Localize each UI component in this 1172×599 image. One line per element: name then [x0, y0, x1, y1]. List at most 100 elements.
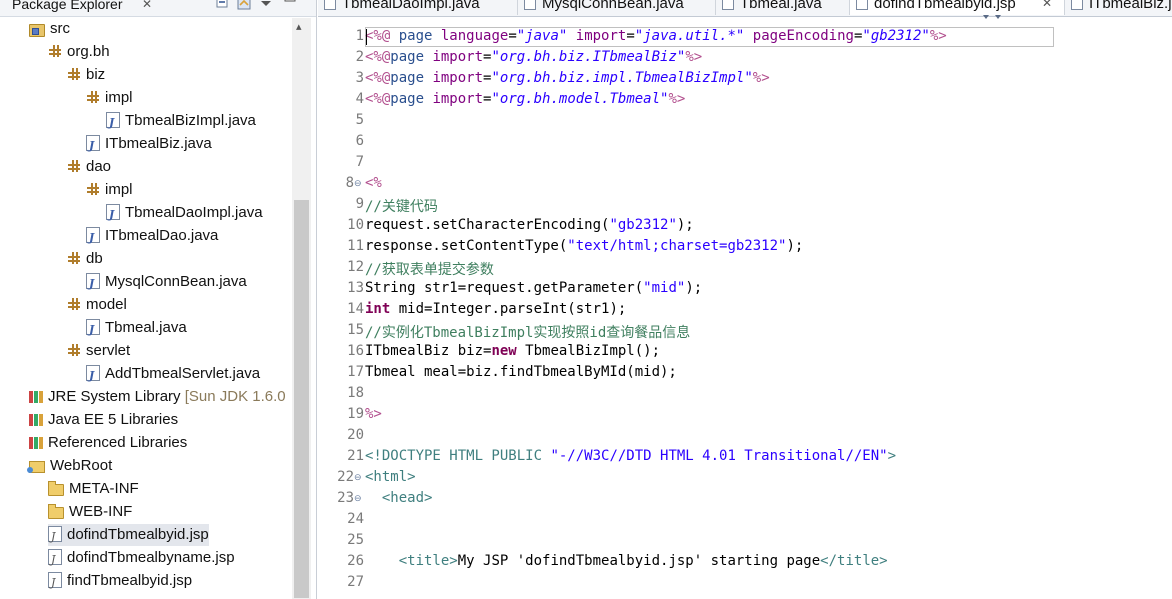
- editor-tab-label: dofindTbmealbyid.jsp: [874, 0, 1016, 12]
- java-file-icon: [86, 135, 100, 157]
- tree-item[interactable]: WebRoot: [27, 455, 113, 477]
- code-line[interactable]: <%@page import="org.bh.biz.ITbmealBiz"%>: [365, 49, 702, 65]
- tree-item-label: dofindTbmealbyname.jsp: [67, 549, 235, 567]
- tree-item[interactable]: WEB-INF: [48, 501, 132, 523]
- code-line[interactable]: //实例化TbmealBizImpl实现按照id查询餐品信息: [365, 322, 690, 342]
- tree-item[interactable]: db: [67, 248, 103, 270]
- tree-item[interactable]: model: [67, 294, 127, 316]
- code-line[interactable]: <!DOCTYPE HTML PUBLIC "-//W3C//DTD HTML …: [365, 448, 896, 464]
- minimize-icon[interactable]: [283, 0, 297, 10]
- code-line[interactable]: int mid=Integer.parseInt(str1);: [365, 301, 626, 317]
- tree-item[interactable]: Referenced Libraries: [29, 432, 187, 454]
- code-line[interactable]: <%@page import="org.bh.model.Tbmeal"%>: [365, 91, 685, 107]
- tree-item[interactable]: TbmealDaoImpl.java: [106, 202, 263, 226]
- tree-item[interactable]: biz: [67, 64, 105, 86]
- code-line[interactable]: %>: [365, 406, 382, 422]
- fold-toggle-icon[interactable]: ⊖: [354, 472, 362, 483]
- code-line[interactable]: ITbmealBiz biz=new TbmealBizImpl();: [365, 343, 660, 359]
- tree-item[interactable]: servlet: [67, 340, 130, 362]
- tree-item-decoration: [Sun JDK 1.6.0: [180, 388, 286, 406]
- code-line[interactable]: //关键代码: [365, 196, 438, 216]
- code-line[interactable]: //获取表单提交参数: [365, 259, 494, 279]
- tree-item[interactable]: dofindTbmealbyname.jsp: [48, 547, 235, 571]
- tree-item-label: Tbmeal.java: [105, 319, 187, 337]
- code-line[interactable]: request.setCharacterEncoding("gb2312");: [365, 217, 694, 233]
- code-token: <%@: [365, 49, 391, 65]
- tree-item[interactable]: ITbmealDao.java: [86, 225, 218, 249]
- line-number: 8: [345, 175, 354, 191]
- code-line[interactable]: Tbmeal meal=biz.findTbmealByMId(mid);: [365, 364, 677, 380]
- view-menu-icon[interactable]: [259, 0, 273, 10]
- java-file-icon: [1071, 0, 1083, 10]
- line-number: 23: [337, 490, 354, 506]
- code-token: import: [432, 70, 484, 86]
- tree-item[interactable]: dofindTbmealbyid.jsp: [48, 524, 209, 548]
- code-token: request.setCharacterEncoding(: [365, 217, 610, 233]
- jsp-file-icon: [48, 572, 62, 594]
- tree-item[interactable]: JRE System Library [Sun JDK 1.6.0: [29, 386, 286, 408]
- editor-tab[interactable]: MysqlConnBean.java: [518, 0, 716, 15]
- code-token: %>: [685, 49, 703, 65]
- tree-item[interactable]: Tbmeal.java: [86, 317, 187, 341]
- code-token: "org.bh.biz.ITbmealBiz": [491, 49, 686, 65]
- tree-item[interactable]: Java EE 5 Libraries: [29, 409, 178, 431]
- tree-item[interactable]: ITbmealBiz.java: [86, 133, 212, 157]
- code-line[interactable]: <html>: [365, 469, 416, 485]
- package-explorer-scrollbar[interactable]: ▴: [292, 18, 311, 599]
- tree-item[interactable]: findTbmealbyid.jsp: [48, 570, 193, 594]
- tree-item-label: JRE System Library: [48, 388, 181, 406]
- scrollbar-thumb[interactable]: [294, 200, 309, 598]
- scroll-up-icon[interactable]: ▴: [296, 20, 302, 33]
- tree-item[interactable]: dao: [67, 156, 111, 178]
- tree-item[interactable]: org.bh: [48, 41, 110, 63]
- java-file-icon: [524, 0, 536, 10]
- code-line[interactable]: String str1=request.getParameter("mid");: [365, 280, 702, 296]
- code-line[interactable]: <%: [365, 175, 382, 191]
- code-area[interactable]: <%@ page language="java" import="java.ut…: [365, 18, 1172, 599]
- code-line[interactable]: <%@page import="org.bh.biz.impl.TbmealBi…: [365, 70, 770, 86]
- code-line[interactable]: <head>: [365, 490, 433, 506]
- code-token: );: [676, 217, 694, 233]
- tree-item-label: WebRoot: [50, 457, 113, 475]
- package-explorer-title[interactable]: Package Explorer: [12, 0, 123, 12]
- editor-tab[interactable]: TbmealDaoImpl.java: [318, 0, 518, 15]
- editor-tab[interactable]: dofindTbmealbyid.jsp ✕: [850, 0, 1065, 15]
- code-line[interactable]: <title>My JSP 'dofindTbmealbyid.jsp' sta…: [365, 553, 888, 569]
- view-divider: [316, 0, 317, 599]
- code-token: page: [390, 91, 433, 107]
- editor-tab[interactable]: Tbmeal.java: [716, 0, 850, 15]
- tree-item[interactable]: META-INF: [48, 478, 139, 500]
- close-icon[interactable]: ✕: [1042, 0, 1052, 10]
- tree-item[interactable]: AddTbmealServlet.java: [86, 363, 260, 387]
- tree-item[interactable]: impl: [86, 179, 133, 201]
- code-line[interactable]: <%@ page language="java" import="java.ut…: [365, 28, 947, 44]
- java-file-icon: [86, 227, 100, 249]
- package-explorer-tab-bar: Package Explorer ✕: [0, 0, 317, 17]
- fold-toggle-icon[interactable]: ⊖: [354, 178, 362, 189]
- editor-tab[interactable]: ITbmealBiz.java: [1065, 0, 1172, 15]
- tree-item[interactable]: MysqlConnBean.java: [86, 271, 247, 295]
- tree-item-label: findTbmealbyid.jsp: [67, 572, 193, 590]
- close-icon[interactable]: ✕: [142, 0, 152, 11]
- code-token: Tbmeal meal=biz.findTbmealByMId(mid);: [365, 364, 677, 380]
- code-token: <%: [365, 175, 382, 191]
- line-number: 12: [347, 259, 364, 275]
- collapse-all-icon[interactable]: [216, 0, 230, 10]
- java-file-icon: [722, 0, 734, 10]
- package-icon: [67, 251, 81, 265]
- tree-item[interactable]: src: [29, 18, 70, 40]
- line-number: 13: [347, 280, 364, 296]
- line-number: 15: [347, 322, 364, 338]
- folder-icon: [48, 504, 64, 520]
- editor-tab-label: TbmealDaoImpl.java: [342, 0, 480, 12]
- code-token: %>: [929, 28, 947, 44]
- line-number: 2: [355, 49, 364, 65]
- code-line[interactable]: response.setContentType("text/html;chars…: [365, 238, 803, 254]
- code-token: "text/html;charset=gb2312": [567, 238, 787, 254]
- tree-item[interactable]: impl: [86, 87, 133, 109]
- tree-item[interactable]: TbmealBizImpl.java: [106, 110, 256, 134]
- link-with-editor-icon[interactable]: [237, 0, 251, 10]
- fold-toggle-icon[interactable]: ⊖: [354, 493, 362, 504]
- line-number: 26: [347, 553, 364, 569]
